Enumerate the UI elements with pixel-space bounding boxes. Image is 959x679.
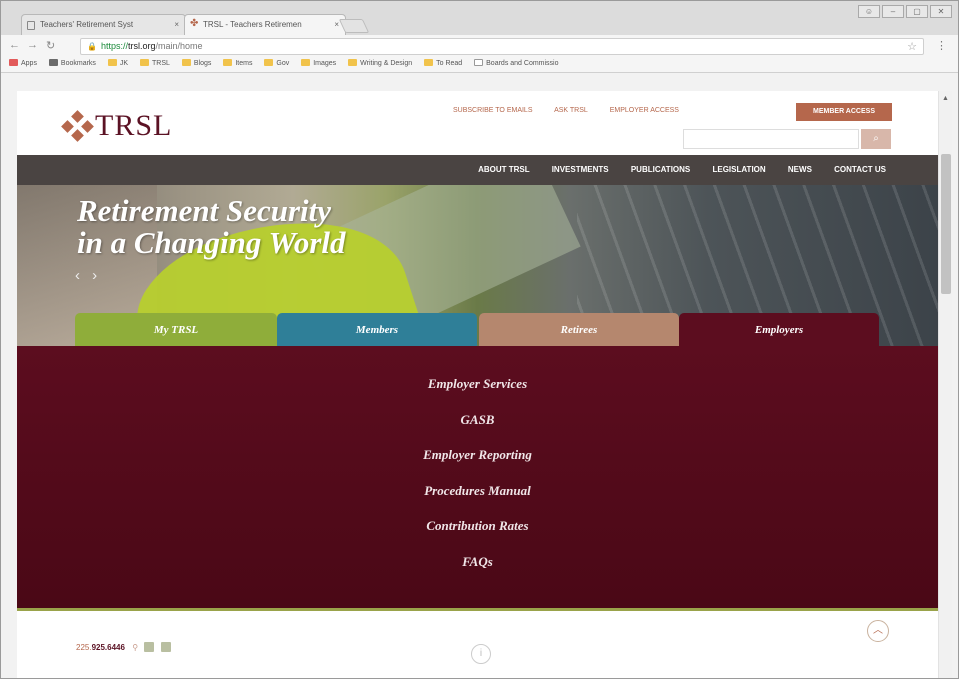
- bookmark-folder[interactable]: To Read: [424, 59, 462, 67]
- title-bar: Teachers' Retirement Syst × ✤ TRSL - Tea…: [1, 1, 958, 36]
- logo-mark-icon: [61, 110, 94, 142]
- close-tab-icon[interactable]: ×: [334, 20, 339, 29]
- nav-about[interactable]: About TRSL: [478, 165, 529, 174]
- lock-icon: 🔒: [87, 42, 97, 51]
- gasb-link[interactable]: GASB: [17, 410, 938, 446]
- search-icon[interactable]: ⌕: [861, 129, 891, 149]
- trsl-logo[interactable]: TRSL: [61, 109, 173, 143]
- subscribe-link[interactable]: Subscribe to Emails: [453, 107, 533, 114]
- tab-title: Teachers' Retirement Syst: [40, 20, 134, 29]
- employer-access-link[interactable]: Employer Access: [610, 107, 679, 114]
- back-arrow-icon[interactable]: ←: [9, 39, 20, 51]
- scroll-to-top-icon[interactable]: ︿: [867, 620, 889, 642]
- facebook-icon[interactable]: [144, 642, 155, 652]
- nav-publications[interactable]: Publications: [631, 165, 690, 174]
- bookmarks-bar: Apps Bookmarks JK TRSL Blogs Items Gov I…: [9, 59, 569, 71]
- url-path: /main/home: [155, 41, 203, 51]
- tab-my-trsl[interactable]: My TRSL: [75, 313, 277, 349]
- contribution-rates-link[interactable]: Contribution Rates: [17, 516, 938, 552]
- profile-icon[interactable]: ☺: [858, 5, 880, 18]
- twitter-icon[interactable]: [160, 642, 171, 652]
- utility-links: Subscribe to Emails Ask TRSL Employer Ac…: [453, 107, 699, 114]
- bookmark-apps[interactable]: Apps: [9, 59, 37, 67]
- member-access-button[interactable]: Member Access: [796, 103, 892, 121]
- tab-employers[interactable]: Employers: [679, 313, 879, 349]
- ask-trsl-link[interactable]: Ask TRSL: [554, 107, 588, 114]
- audience-tabs: My TRSL Members Retirees Employers: [17, 313, 938, 349]
- maximize-button[interactable]: ▢: [906, 5, 928, 18]
- carousel-arrows[interactable]: ‹ ›: [75, 267, 101, 284]
- browser-window: Teachers' Retirement Syst × ✤ TRSL - Tea…: [0, 0, 959, 679]
- trsl-favicon-icon: ✤: [190, 18, 199, 29]
- page-scrollbar[interactable]: ▲: [938, 91, 952, 678]
- site-footer: 225.925.6446 ⚲ i ︿: [17, 614, 938, 678]
- info-icon[interactable]: i: [471, 644, 491, 664]
- nav-news[interactable]: News: [788, 165, 812, 174]
- bookmark-star-icon[interactable]: ☆: [907, 40, 917, 53]
- bookmark-folder[interactable]: Writing & Design: [348, 59, 412, 67]
- bookmark-folder[interactable]: Gov: [264, 59, 289, 67]
- scroll-up-arrow-icon[interactable]: ▲: [942, 95, 949, 102]
- logo-text: TRSL: [95, 109, 173, 142]
- nav-contact[interactable]: Contact Us: [834, 165, 886, 174]
- search-input[interactable]: [683, 129, 859, 149]
- tab-retirees[interactable]: Retirees: [479, 313, 679, 349]
- page-icon: [27, 21, 35, 30]
- nav-legislation[interactable]: Legislation: [712, 165, 765, 174]
- nav-investments[interactable]: Investments: [552, 165, 609, 174]
- page-viewport: TRSL Subscribe to Emails Ask TRSL Employ…: [17, 91, 938, 678]
- scrollbar-thumb[interactable]: [941, 154, 951, 294]
- browser-tab-1[interactable]: Teachers' Retirement Syst ×: [21, 14, 186, 35]
- employer-services-link[interactable]: Employer Services: [17, 374, 938, 410]
- tab-title: TRSL - Teachers Retiremen: [203, 20, 302, 29]
- procedures-manual-link[interactable]: Procedures Manual: [17, 481, 938, 517]
- employer-reporting-link[interactable]: Employer Reporting: [17, 445, 938, 481]
- close-tab-icon[interactable]: ×: [174, 20, 179, 29]
- bookmark-folder[interactable]: TRSL: [140, 59, 170, 67]
- bookmark-folder[interactable]: Blogs: [181, 59, 211, 67]
- main-nav: About TRSL Investments Publications Legi…: [17, 155, 938, 185]
- site-header: TRSL Subscribe to Emails Ask TRSL Employ…: [17, 91, 938, 155]
- phone-number[interactable]: 225.925.6446 ⚲: [76, 642, 171, 652]
- bookmark-folder[interactable]: Items: [223, 59, 252, 67]
- reload-icon[interactable]: ↻: [46, 39, 55, 52]
- address-bar[interactable]: 🔒 https://trsl.org/main/home ☆: [80, 38, 924, 55]
- bookmark-folder[interactable]: JK: [107, 59, 128, 67]
- faqs-link[interactable]: FAQs: [17, 552, 938, 588]
- bookmark-folder[interactable]: Images: [301, 59, 336, 67]
- minimize-button[interactable]: –: [882, 5, 904, 18]
- menu-icon[interactable]: ⋮: [936, 39, 947, 52]
- hero-title: Retirement Security in a Changing World: [77, 193, 346, 260]
- url-scheme: https://: [101, 41, 129, 51]
- browser-tab-2[interactable]: ✤ TRSL - Teachers Retiremen ×: [184, 14, 346, 36]
- forward-arrow-icon[interactable]: →: [27, 39, 38, 51]
- bookmark-page[interactable]: Boards and Commissio: [474, 59, 559, 67]
- browser-toolbar: ← → ↻ 🔒 https://trsl.org/main/home ☆ ⋮ A…: [1, 35, 958, 73]
- close-window-button[interactable]: ✕: [930, 5, 952, 18]
- employers-panel: Employer Services GASB Employer Reportin…: [17, 346, 938, 611]
- new-tab-button[interactable]: [338, 19, 370, 33]
- location-pin-icon[interactable]: ⚲: [132, 643, 138, 652]
- url-host: trsl.org: [128, 41, 156, 51]
- bookmark-bookmarks[interactable]: Bookmarks: [48, 59, 96, 67]
- tab-members[interactable]: Members: [277, 313, 477, 349]
